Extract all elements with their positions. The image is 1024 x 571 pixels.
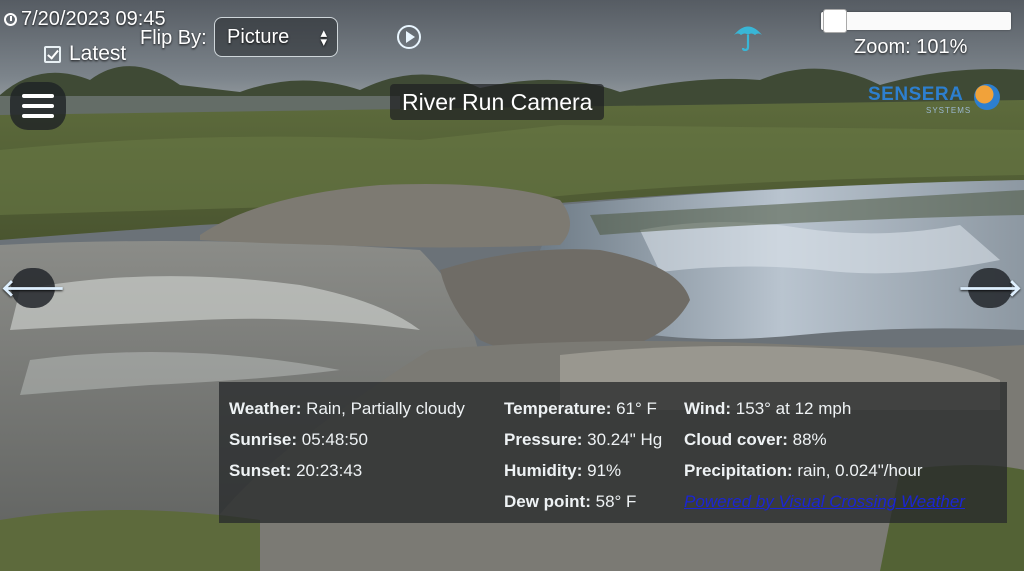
humidity-row: Humidity: 91% [504,461,621,481]
sensera-logo: SENSERA SYSTEMS [868,84,1000,115]
dew-point-label: Dew point: [504,492,591,511]
checkbox-icon[interactable] [44,45,61,63]
sunset-value: 20:23:43 [296,461,363,480]
weather-row: Weather: Rain, Partially cloudy [229,399,465,419]
weather-value: Rain, Partially cloudy [306,399,465,418]
dew-point-value: 58° F [595,492,637,511]
sunrise-label: Sunrise: [229,430,298,449]
sunrise-row: Sunrise: 05:48:50 [229,430,368,450]
powered-by-link[interactable]: Powered by Visual Crossing Weather [684,492,965,512]
zoom-slider[interactable] [821,9,1011,33]
zoom-slider-handle[interactable] [822,9,847,33]
cloud-cover-row: Cloud cover: 88% [684,430,827,450]
logo-text: SENSERA [868,84,964,105]
flip-by-label: Flip By: [140,27,207,49]
umbrella-icon [732,22,764,57]
precipitation-value: rain, 0.024"/hour [797,461,923,480]
temperature-value: 61° F [616,399,657,418]
hamburger-menu-icon[interactable] [10,82,66,130]
play-icon[interactable] [397,25,421,49]
latest-checkbox[interactable]: Latest [44,42,126,66]
sunset-label: Sunset: [229,461,292,480]
next-image-button[interactable]: 🡒 [958,268,1022,308]
humidity-label: Humidity: [504,461,583,480]
sunset-row: Sunset: 20:23:43 [229,461,362,481]
wind-row: Wind: 153° at 12 mph [684,399,851,419]
weather-label: Weather: [229,399,302,418]
previous-image-button[interactable]: 🡐 [1,268,65,308]
logo-subtext: SYSTEMS [926,106,972,115]
cloud-cover-value: 88% [792,430,827,449]
precipitation-row: Precipitation: rain, 0.024"/hour [684,461,922,481]
chevron-up-down-icon: ▴ ▾ [320,25,327,49]
cloud-cover-label: Cloud cover: [684,430,788,449]
sunrise-value: 05:48:50 [301,430,368,449]
wind-label: Wind: [684,399,732,418]
camera-title: River Run Camera [390,84,605,120]
wind-value: 153° at 12 mph [735,399,852,418]
logo-globe-icon [974,84,1000,110]
dew-point-row: Dew point: 58° F [504,492,636,512]
flip-by-value: Picture [227,25,290,48]
precipitation-label: Precipitation: [684,461,793,480]
temperature-label: Temperature: [504,399,612,418]
weather-panel: Weather: Rain, Partially cloudy Temperat… [219,382,1007,523]
pressure-label: Pressure: [504,430,583,449]
pressure-row: Pressure: 30.24" Hg [504,430,662,450]
zoom-level: Zoom: 101% [854,36,968,58]
humidity-value: 91% [587,461,622,480]
arrow-right-icon: 🡒 [957,275,1023,302]
arrow-left-icon: 🡐 [0,275,66,302]
pressure-value: 30.24" Hg [587,430,663,449]
flip-by-select[interactable]: Picture ▴ ▾ [214,17,338,57]
latest-label: Latest [69,42,127,65]
powered-by-text[interactable]: Powered by Visual Crossing Weather [684,492,965,511]
temperature-row: Temperature: 61° F [504,399,657,419]
clock-icon [4,13,17,26]
